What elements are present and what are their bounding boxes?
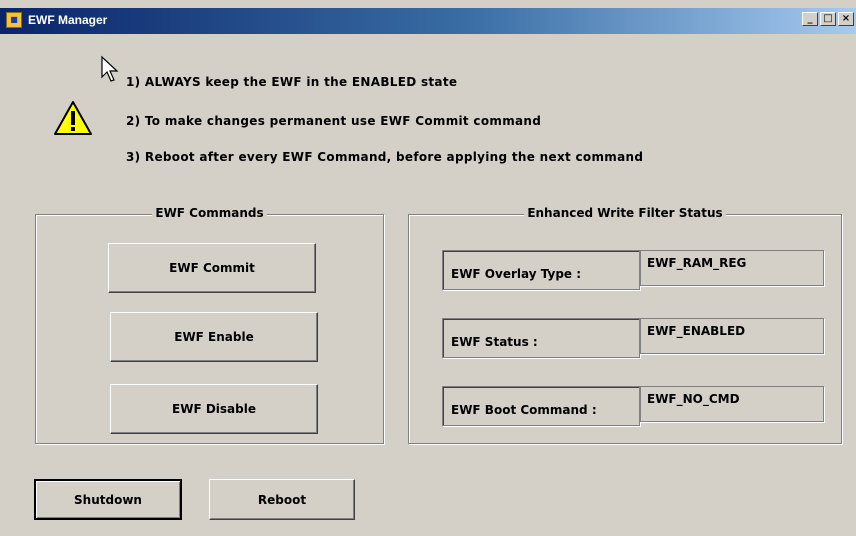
overlay-type-label: EWF Overlay Type : xyxy=(442,250,640,290)
ewf-commands-legend: EWF Commands xyxy=(152,206,267,220)
minimize-icon[interactable]: _ xyxy=(802,12,818,26)
mouse-cursor-icon xyxy=(101,55,119,82)
boot-command-label: EWF Boot Command : xyxy=(442,386,640,426)
instruction-3: 3) Reboot after every EWF Command, befor… xyxy=(126,150,644,164)
ewf-manager-window: ■ EWF Manager _ □ × 1) ALWAYS keep the E… xyxy=(0,0,856,536)
title-bar[interactable]: ■ EWF Manager _ □ × xyxy=(0,8,856,34)
window-title: EWF Manager xyxy=(28,13,108,27)
boot-command-value: EWF_NO_CMD xyxy=(640,386,824,422)
shutdown-button[interactable]: Shutdown xyxy=(34,479,182,520)
ewf-status-label: EWF Status : xyxy=(442,318,640,358)
instruction-1: 1) ALWAYS keep the EWF in the ENABLED st… xyxy=(126,75,458,89)
ewf-commit-button[interactable]: EWF Commit xyxy=(108,243,316,293)
overlay-type-value: EWF_RAM_REG xyxy=(640,250,824,286)
ewf-enable-button[interactable]: EWF Enable xyxy=(110,312,318,362)
warning-icon xyxy=(54,101,92,135)
close-icon[interactable]: × xyxy=(838,12,854,26)
window-controls: _ □ × xyxy=(800,12,854,26)
ewf-status-legend: Enhanced Write Filter Status xyxy=(524,206,726,220)
reboot-button[interactable]: Reboot xyxy=(209,479,355,520)
instruction-2: 2) To make changes permanent use EWF Com… xyxy=(126,114,542,128)
ewf-disable-button[interactable]: EWF Disable xyxy=(110,384,318,434)
app-icon[interactable]: ■ xyxy=(6,12,22,28)
maximize-icon[interactable]: □ xyxy=(820,12,836,26)
ewf-status-value: EWF_ENABLED xyxy=(640,318,824,354)
